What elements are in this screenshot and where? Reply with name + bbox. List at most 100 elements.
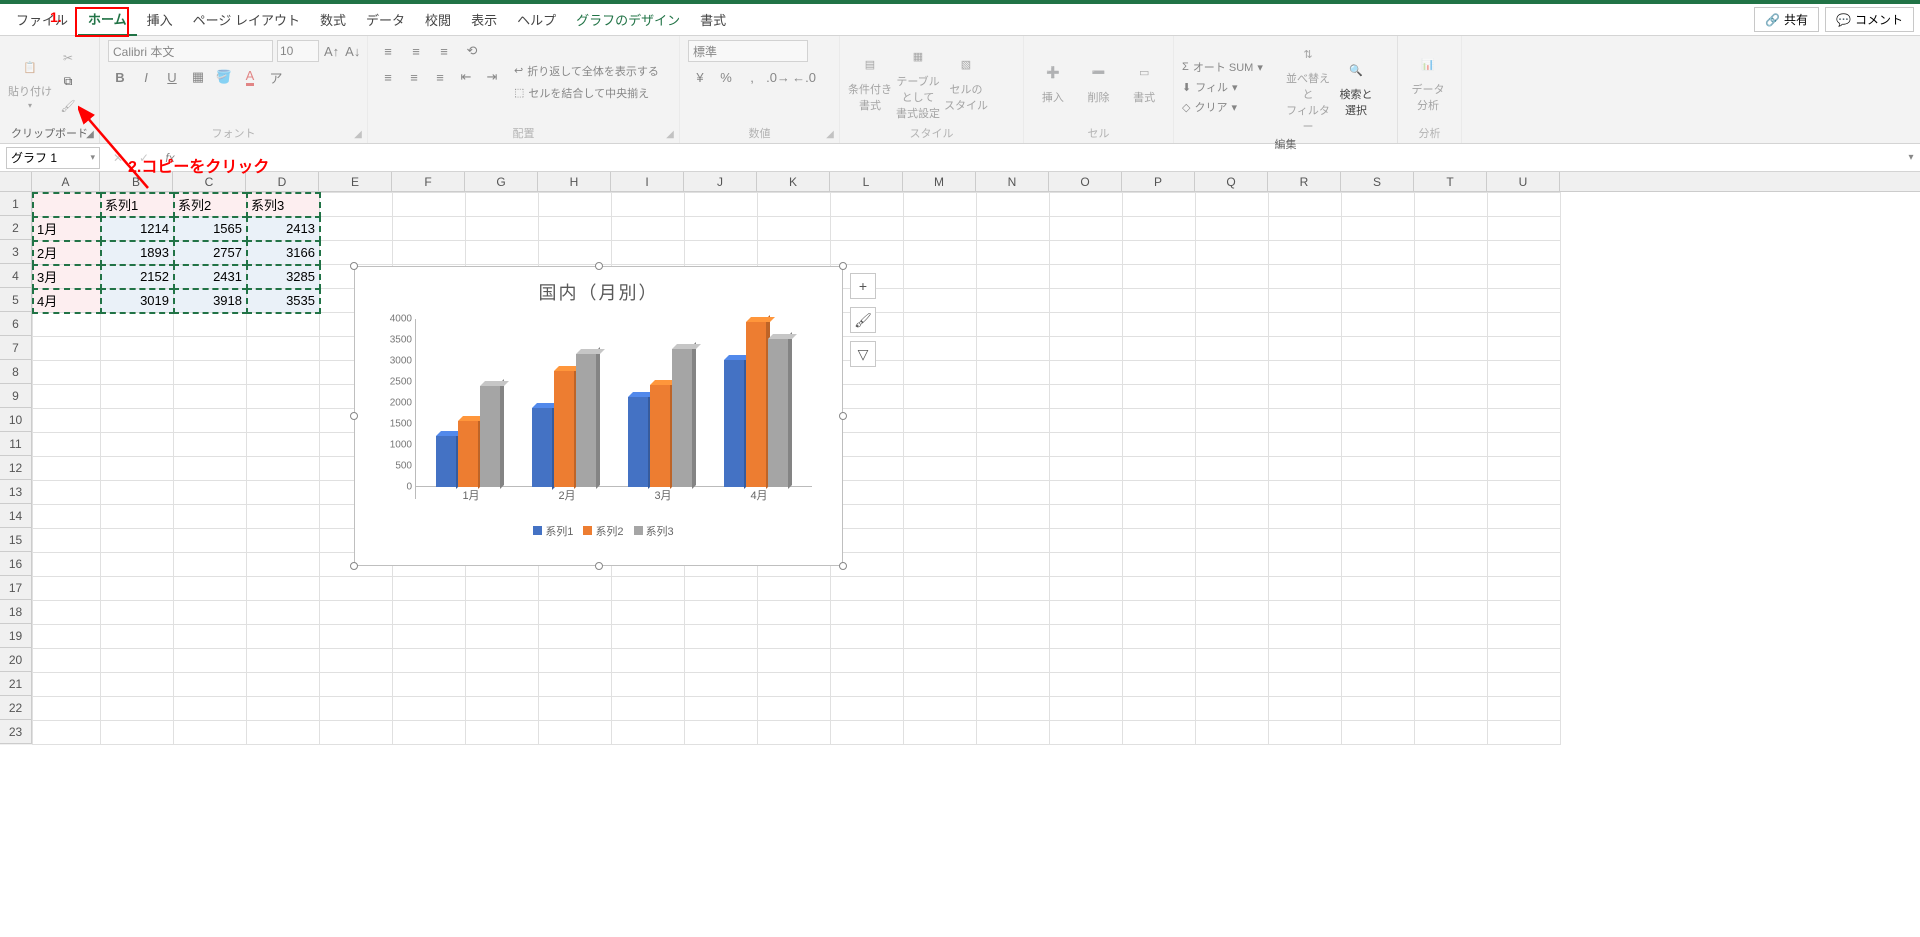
cell[interactable] bbox=[174, 601, 247, 625]
cell[interactable] bbox=[1123, 577, 1196, 601]
cell[interactable] bbox=[1123, 409, 1196, 433]
cell[interactable]: 3918 bbox=[174, 289, 247, 313]
cell[interactable] bbox=[1196, 409, 1269, 433]
tab-pagelayout[interactable]: ページ レイアウト bbox=[183, 4, 310, 35]
col-header[interactable]: I bbox=[611, 172, 684, 191]
bar[interactable] bbox=[436, 436, 456, 487]
cell[interactable] bbox=[977, 577, 1050, 601]
cell[interactable]: 系列2 bbox=[174, 193, 247, 217]
cell[interactable] bbox=[539, 577, 612, 601]
cell[interactable] bbox=[393, 697, 466, 721]
cell[interactable] bbox=[1269, 553, 1342, 577]
cell[interactable] bbox=[174, 337, 247, 361]
cell[interactable] bbox=[831, 649, 904, 673]
cell[interactable] bbox=[1488, 457, 1561, 481]
cell[interactable] bbox=[1342, 193, 1415, 217]
cell[interactable] bbox=[33, 673, 101, 697]
resize-handle[interactable] bbox=[839, 262, 847, 270]
cell[interactable] bbox=[1269, 481, 1342, 505]
cell[interactable] bbox=[904, 649, 977, 673]
bar[interactable] bbox=[746, 322, 766, 487]
col-header[interactable]: N bbox=[976, 172, 1049, 191]
cell[interactable] bbox=[904, 313, 977, 337]
cell[interactable] bbox=[904, 673, 977, 697]
cell[interactable] bbox=[1269, 601, 1342, 625]
cell[interactable] bbox=[1050, 553, 1123, 577]
cell[interactable] bbox=[1050, 385, 1123, 409]
cell[interactable] bbox=[539, 217, 612, 241]
cell[interactable] bbox=[174, 457, 247, 481]
cell[interactable] bbox=[612, 673, 685, 697]
cell[interactable] bbox=[1415, 649, 1488, 673]
cell[interactable] bbox=[1415, 217, 1488, 241]
cell[interactable] bbox=[612, 649, 685, 673]
cell[interactable] bbox=[1488, 361, 1561, 385]
cell[interactable] bbox=[1488, 313, 1561, 337]
cell[interactable] bbox=[904, 337, 977, 361]
cell[interactable] bbox=[1342, 529, 1415, 553]
number-launcher[interactable]: ◢ bbox=[823, 127, 837, 141]
cell[interactable] bbox=[1196, 289, 1269, 313]
bar[interactable] bbox=[554, 371, 574, 487]
cell[interactable] bbox=[1050, 313, 1123, 337]
cell[interactable] bbox=[1488, 265, 1561, 289]
row-header[interactable]: 10 bbox=[0, 408, 32, 432]
orientation-button[interactable]: ⟲ bbox=[460, 40, 484, 62]
cell[interactable] bbox=[1269, 409, 1342, 433]
cell[interactable] bbox=[1269, 385, 1342, 409]
cell[interactable] bbox=[1342, 361, 1415, 385]
cell[interactable] bbox=[758, 625, 831, 649]
cell[interactable] bbox=[1123, 361, 1196, 385]
merge-button[interactable]: ⬚セルを結合して中央揃え bbox=[514, 85, 659, 101]
cell[interactable] bbox=[393, 577, 466, 601]
cell[interactable] bbox=[174, 625, 247, 649]
cell[interactable] bbox=[1123, 337, 1196, 361]
cell[interactable] bbox=[685, 577, 758, 601]
cell[interactable] bbox=[539, 649, 612, 673]
cell[interactable] bbox=[831, 193, 904, 217]
cell-styles-button[interactable]: ▧セルの スタイル bbox=[944, 40, 988, 123]
cell[interactable] bbox=[977, 337, 1050, 361]
cell[interactable] bbox=[101, 457, 174, 481]
cell[interactable] bbox=[831, 625, 904, 649]
cell[interactable] bbox=[174, 577, 247, 601]
cell[interactable] bbox=[1488, 721, 1561, 745]
cell[interactable] bbox=[33, 625, 101, 649]
cell[interactable] bbox=[1342, 481, 1415, 505]
cell[interactable] bbox=[1269, 193, 1342, 217]
cell[interactable] bbox=[1488, 601, 1561, 625]
cell[interactable] bbox=[1415, 433, 1488, 457]
cell[interactable] bbox=[247, 433, 320, 457]
conditional-formatting-button[interactable]: ▤条件付き 書式 bbox=[848, 40, 892, 123]
cell[interactable] bbox=[758, 649, 831, 673]
cell[interactable] bbox=[1488, 385, 1561, 409]
cell[interactable] bbox=[33, 553, 101, 577]
cell[interactable] bbox=[1123, 529, 1196, 553]
chart-filter-button[interactable]: ▽ bbox=[850, 341, 876, 367]
chart-object[interactable]: + 🖌 ▽ 国内（月別） 050010001500200025003000350… bbox=[354, 266, 843, 566]
cell[interactable] bbox=[1342, 553, 1415, 577]
font-size-select[interactable] bbox=[277, 40, 319, 62]
cell[interactable] bbox=[101, 673, 174, 697]
cell[interactable] bbox=[247, 577, 320, 601]
col-header[interactable]: F bbox=[392, 172, 465, 191]
resize-handle[interactable] bbox=[839, 562, 847, 570]
cell[interactable]: 系列3 bbox=[247, 193, 320, 217]
cell[interactable] bbox=[1050, 289, 1123, 313]
cell[interactable] bbox=[904, 217, 977, 241]
cell[interactable] bbox=[247, 505, 320, 529]
cell[interactable] bbox=[247, 649, 320, 673]
align-left-button[interactable]: ≡ bbox=[376, 66, 400, 88]
cell[interactable] bbox=[101, 385, 174, 409]
row-header[interactable]: 2 bbox=[0, 216, 32, 240]
cell[interactable] bbox=[1488, 481, 1561, 505]
cell[interactable] bbox=[1488, 337, 1561, 361]
tab-help[interactable]: ヘルプ bbox=[507, 4, 566, 35]
cell[interactable] bbox=[33, 505, 101, 529]
cell[interactable] bbox=[977, 697, 1050, 721]
cell[interactable] bbox=[539, 721, 612, 745]
cell[interactable] bbox=[1488, 553, 1561, 577]
cell[interactable] bbox=[1488, 625, 1561, 649]
cell[interactable] bbox=[33, 457, 101, 481]
col-header[interactable]: P bbox=[1122, 172, 1195, 191]
